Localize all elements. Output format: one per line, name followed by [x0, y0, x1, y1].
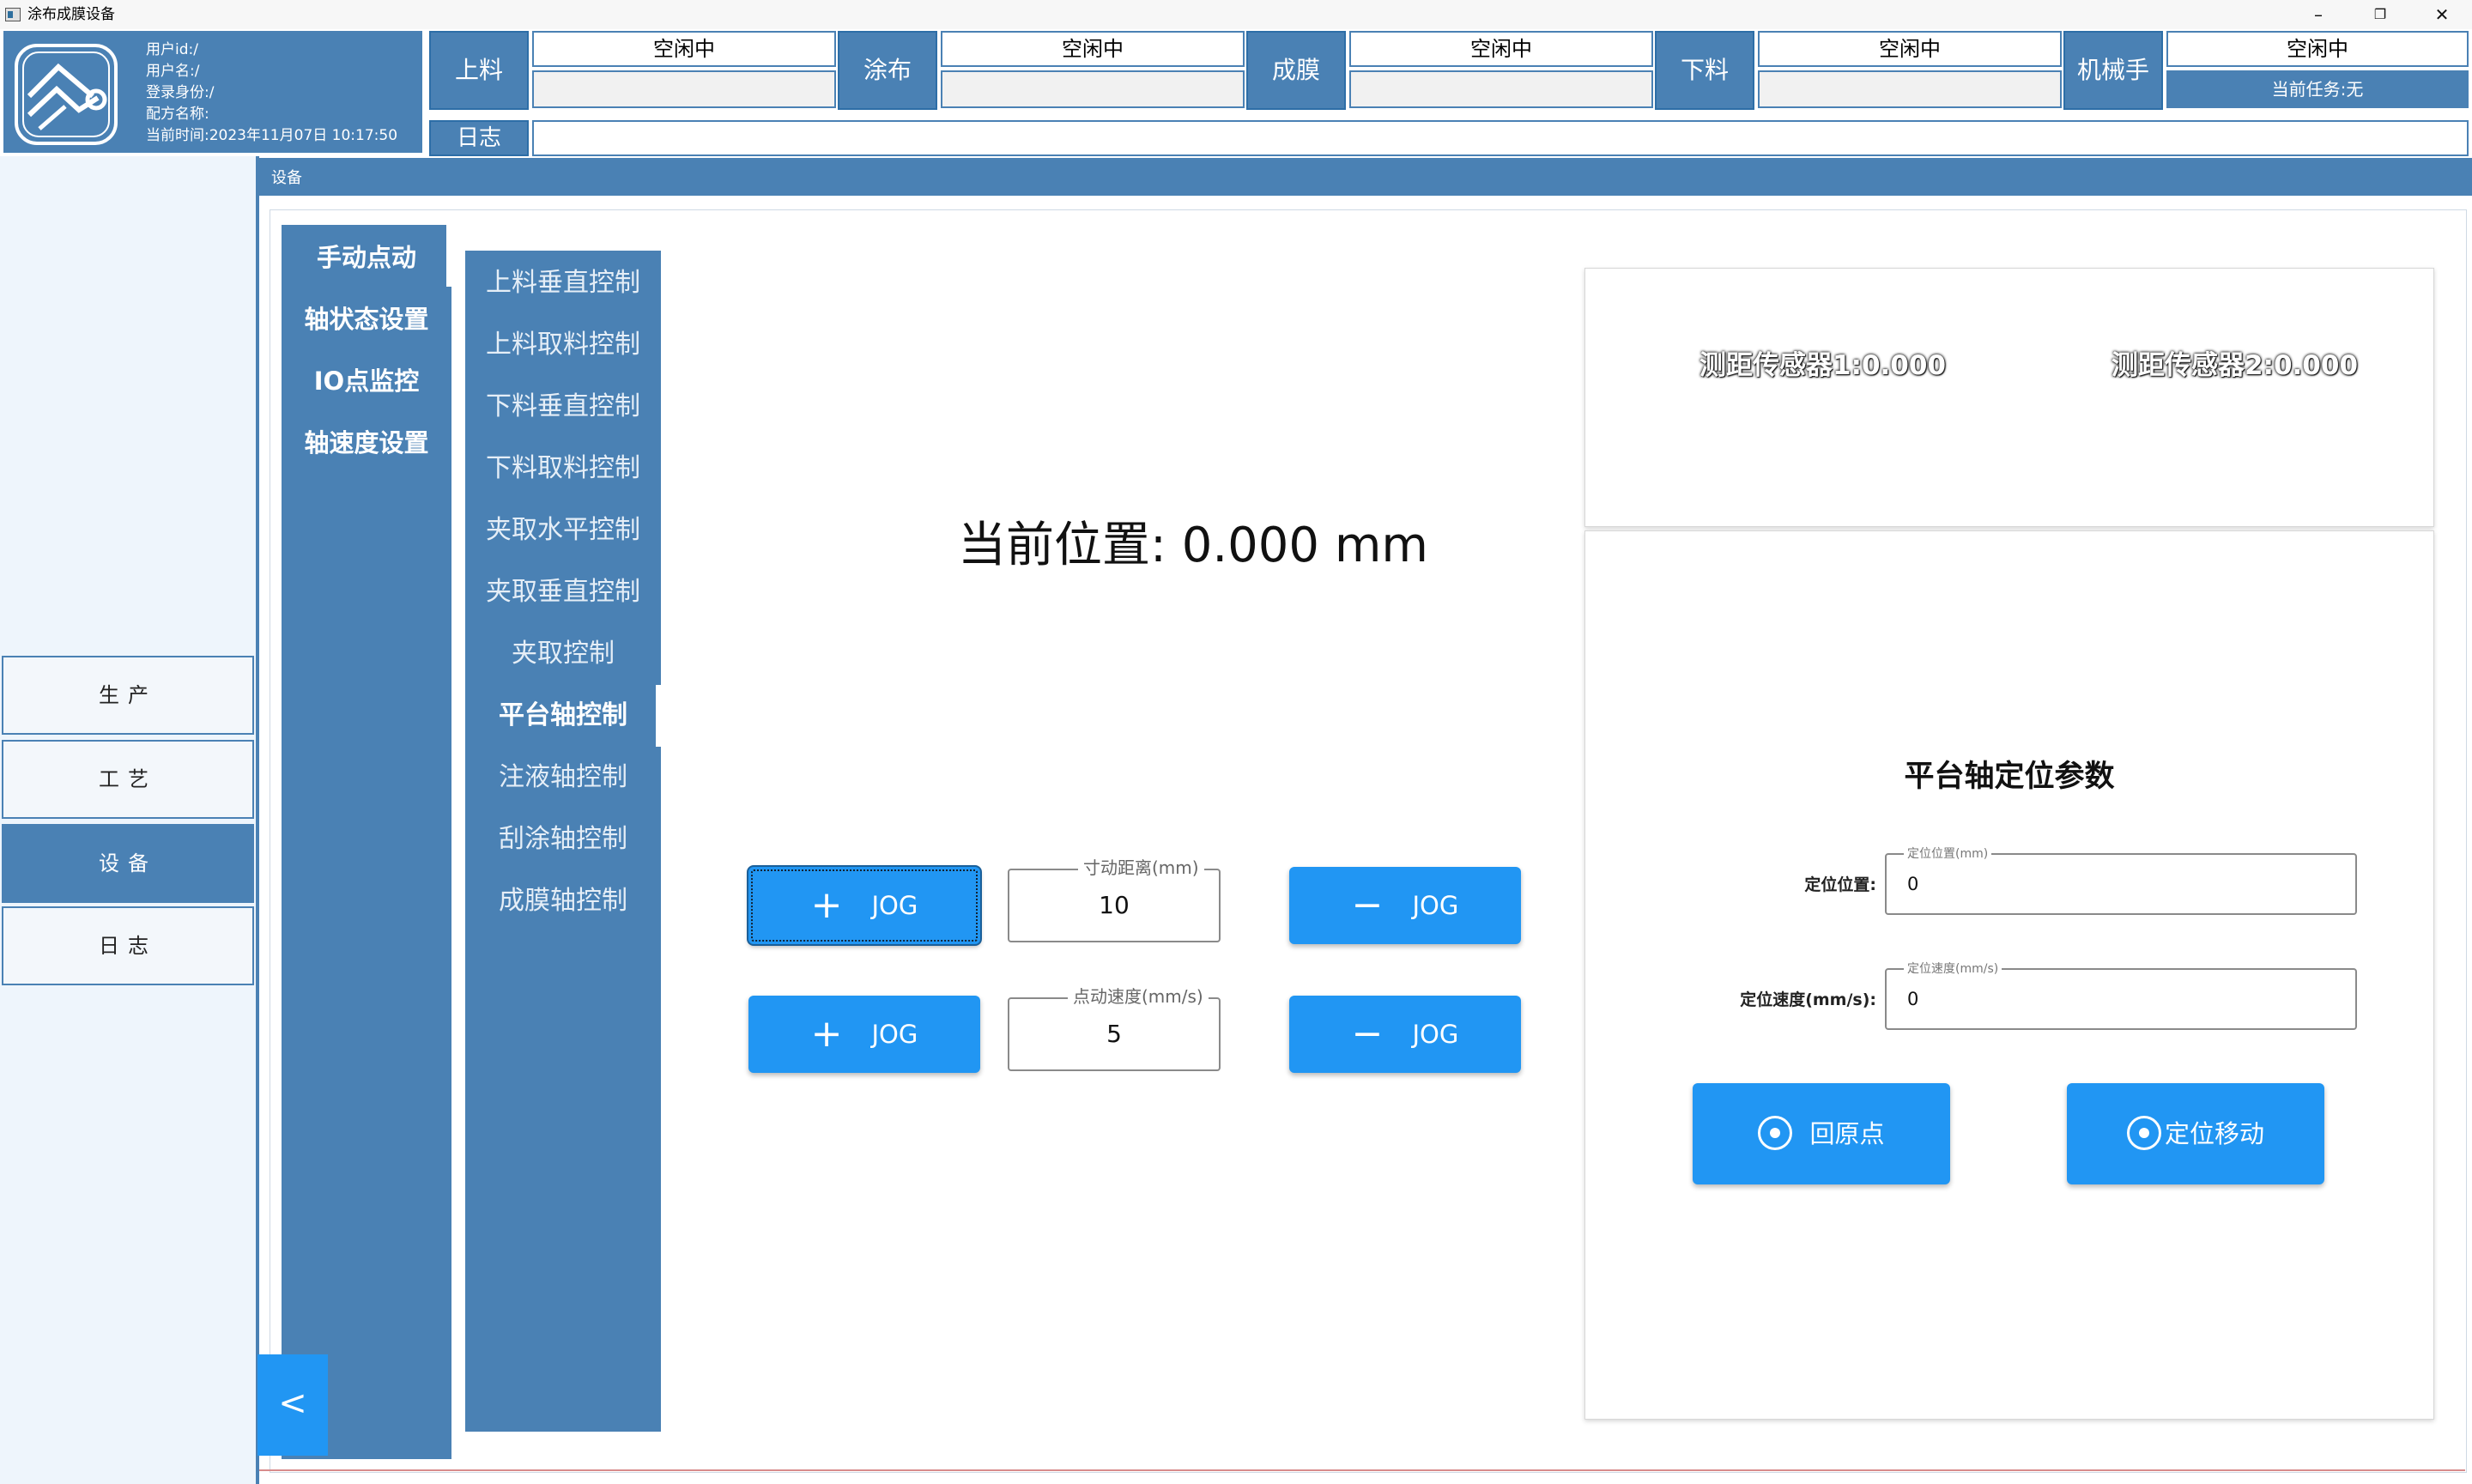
category-manual-jog[interactable]: 手动点动 [282, 227, 451, 288]
station-detail-unloading [1758, 70, 2062, 108]
window-title: 涂布成膜设备 [27, 6, 115, 23]
close-icon[interactable]: ✕ [2412, 0, 2472, 29]
axis-item-unloading-pick[interactable]: 下料取料控制 [465, 438, 661, 500]
category-axis-speed[interactable]: 轴速度设置 [282, 412, 451, 474]
log-display [532, 120, 2469, 156]
axis-item-loading-vertical[interactable]: 上料垂直控制 [465, 252, 661, 314]
speed-label: 定位速度(mm/s): [1740, 990, 1876, 1009]
move-to-position-button[interactable]: 定位移动 [2067, 1083, 2324, 1184]
sensor-card [1584, 268, 2434, 527]
axis-item-injection[interactable]: 注液轴控制 [465, 747, 661, 809]
log-label: 日志 [429, 120, 529, 156]
minus-icon: − [1351, 883, 1384, 927]
axis-selection-marker [656, 685, 661, 747]
station-label-filming: 成膜 [1246, 31, 1346, 110]
current-time-text: 当前时间:2023年11月07日 10:17:50 [146, 127, 398, 144]
speed-input[interactable]: 0 [1885, 968, 2357, 1030]
axis-item-clamp-horizontal[interactable]: 夹取水平控制 [465, 500, 661, 561]
station-status-robot: 空闲中 [2166, 31, 2469, 67]
positioning-title: 平台轴定位参数 [1904, 760, 2115, 794]
category-io-monitor[interactable]: IO点监控 [282, 350, 451, 412]
nav-equipment-button[interactable]: 设备 [2, 824, 254, 903]
current-position-readout: 当前位置: 0.000 mm [958, 518, 1428, 573]
target-icon [2126, 1116, 2161, 1150]
jog-plus-label: JOG [871, 1020, 918, 1049]
home-button-label: 回原点 [1809, 1119, 1885, 1148]
station-status-unloading: 空闲中 [1758, 31, 2062, 67]
content-divider [259, 1469, 2465, 1471]
jog-plus-button-distance[interactable]: + JOG [748, 867, 980, 944]
nav-log-button[interactable]: 日志 [2, 906, 254, 985]
jog-plus-label: JOG [871, 891, 918, 920]
recipe-name-text: 配方名称: [146, 106, 209, 123]
position-legend: 定位位置(mm) [1904, 846, 1992, 862]
nav-production-button[interactable]: 生产 [2, 656, 254, 735]
station-label-unloading: 下料 [1655, 31, 1754, 110]
position-label: 定位位置: [1804, 875, 1876, 894]
distance-sensor-2-readout: 测距传感器2:0.000 [2112, 350, 2359, 381]
user-info-panel: 用户id:/ 用户名:/ 登录身份:/ 配方名称: 当前时间:2023年11月0… [3, 31, 422, 153]
speed-legend: 定位速度(mm/s) [1904, 961, 2002, 977]
category-selection-marker [446, 225, 451, 287]
axis-item-clamp-vertical[interactable]: 夹取垂直控制 [465, 561, 661, 623]
window-titlebar: 涂布成膜设备 – ❐ ✕ [0, 0, 2472, 29]
axis-item-clamp[interactable]: 夹取控制 [465, 623, 661, 685]
section-title: 设备 [259, 158, 2472, 196]
restore-icon[interactable]: ❐ [2350, 0, 2410, 29]
station-label-loading: 上料 [429, 31, 529, 110]
axis-item-platform[interactable]: 平台轴控制 [465, 685, 661, 747]
station-status-filming: 空闲中 [1349, 31, 1653, 67]
station-status-loading: 空闲中 [532, 31, 836, 67]
axis-item-loading-pick[interactable]: 上料取料控制 [465, 314, 661, 376]
axis-item-film[interactable]: 成膜轴控制 [465, 870, 661, 932]
collapse-panel-button[interactable]: < [258, 1354, 328, 1456]
axis-item-unloading-vertical[interactable]: 下料垂直控制 [465, 376, 661, 438]
jog-distance-legend: 寸动距离(mm) [1078, 858, 1204, 877]
jog-minus-button-speed[interactable]: − JOG [1289, 996, 1521, 1073]
login-role-text: 登录身份:/ [146, 84, 215, 101]
jog-speed-legend: 点动速度(mm/s) [1068, 987, 1209, 1006]
station-detail-filming [1349, 70, 1653, 108]
move-button-label: 定位移动 [2164, 1119, 2264, 1148]
target-icon [1758, 1116, 1793, 1150]
minus-icon: − [1351, 1012, 1384, 1056]
jog-minus-label: JOG [1412, 891, 1459, 920]
left-nav: 生产 工艺 设备 日志 [0, 156, 256, 1484]
station-label-robot: 机械手 [2063, 31, 2163, 110]
axis-item-scraping[interactable]: 刮涂轴控制 [465, 809, 661, 870]
position-input[interactable]: 0 [1885, 853, 2357, 915]
plus-icon: + [810, 1012, 843, 1056]
station-status-coating: 空闲中 [941, 31, 1245, 67]
jog-speed-input[interactable]: 5 [1008, 997, 1221, 1071]
jog-plus-button-speed[interactable]: + JOG [748, 996, 980, 1073]
station-detail-loading [532, 70, 836, 108]
app-icon [5, 8, 21, 21]
company-logo [15, 44, 118, 145]
jog-distance-input[interactable]: 10 [1008, 869, 1221, 942]
home-button[interactable]: 回原点 [1693, 1083, 1950, 1184]
jog-minus-button-distance[interactable]: − JOG [1289, 867, 1521, 944]
jog-minus-label: JOG [1412, 1020, 1459, 1049]
distance-sensor-1-readout: 测距传感器1:0.000 [1700, 350, 1947, 381]
robot-current-task: 当前任务:无 [2166, 70, 2469, 108]
category-axis-status[interactable]: 轴状态设置 [282, 288, 451, 350]
nav-process-button[interactable]: 工艺 [2, 740, 254, 819]
station-label-coating: 涂布 [838, 31, 937, 110]
user-name-text: 用户名:/ [146, 63, 200, 80]
minimize-icon[interactable]: – [2288, 0, 2348, 29]
station-detail-coating [941, 70, 1245, 108]
user-id-text: 用户id:/ [146, 41, 198, 58]
plus-icon: + [810, 883, 843, 927]
